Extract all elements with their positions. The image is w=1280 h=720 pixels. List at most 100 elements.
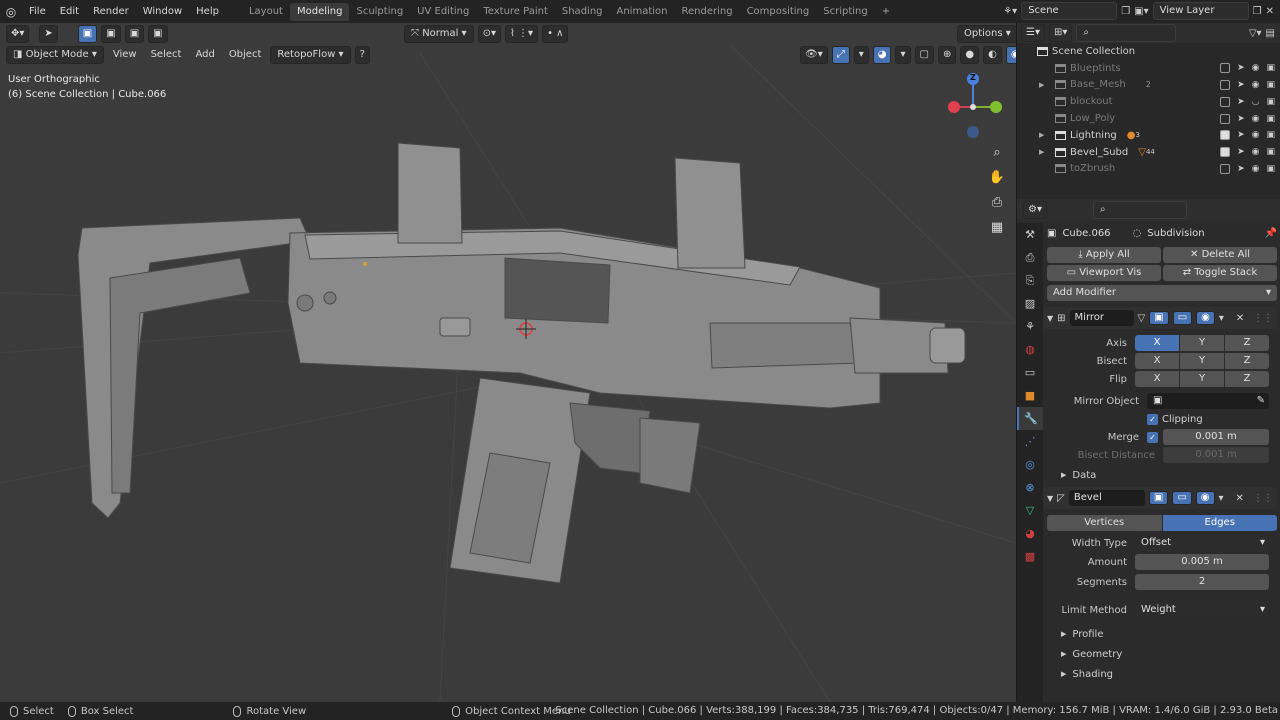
options-dropdown[interactable]: Options ▾ — [957, 25, 1016, 43]
camera-icon[interactable]: ⎙ — [986, 191, 1008, 213]
edit-mode-icon[interactable]: ▣ — [1148, 491, 1169, 505]
eye-icon[interactable]: ◉ — [1252, 130, 1260, 140]
tab-compositing[interactable]: Compositing — [740, 3, 817, 21]
new-collection-icon[interactable]: ▤ — [1266, 28, 1275, 39]
outliner-editor-icon[interactable]: ☰▾ — [1021, 24, 1045, 42]
3d-viewport[interactable]: Z ✥▾ ➤ ▣ ▣ ▣ ▣ ⤧ Normal ▾ ⊙▾ ⌇ ⋮▾ • ∧ Op… — [0, 23, 1016, 702]
eye-icon[interactable]: ◉ — [1252, 164, 1260, 174]
outliner-item[interactable]: Blueptints ➤ ◉ ▣ — [1017, 60, 1280, 77]
select-arrow-icon[interactable]: ➤ — [1237, 63, 1245, 73]
retopoflow-menu[interactable]: RetopoFlow ▾ — [270, 46, 351, 64]
exclude-checkbox[interactable] — [1220, 113, 1231, 124]
shading-subpanel[interactable]: ▶ Shading — [1047, 664, 1277, 684]
menu-object[interactable]: Object — [224, 46, 267, 64]
render-icon[interactable]: ◉ — [1196, 311, 1215, 325]
select-arrow-icon[interactable]: ➤ — [1237, 97, 1245, 107]
copy-view-layer-icon[interactable]: ❐ — [1253, 6, 1262, 17]
select-arrow-icon[interactable]: ➤ — [1237, 130, 1245, 140]
outliner-item[interactable]: Low_Poly ➤ ◉ ▣ — [1017, 110, 1280, 127]
axis-x-toggle[interactable]: X — [1135, 335, 1179, 351]
modifier-tab-icon[interactable]: 🔧 — [1017, 407, 1043, 430]
camera-render-icon[interactable]: ▣ — [1266, 80, 1275, 90]
shading-wireframe-icon[interactable]: ⊕ — [937, 46, 957, 64]
close-view-layer-icon[interactable]: ✕ — [1266, 6, 1274, 17]
tab-shading[interactable]: Shading — [555, 3, 610, 21]
render-icon[interactable]: ◉ — [1195, 491, 1215, 505]
display-mode-icon[interactable]: ⊞▾ — [1048, 24, 1073, 42]
overlay-toggle-icon[interactable]: ◕ — [872, 46, 892, 64]
eye-icon[interactable]: ◉ — [1252, 63, 1260, 73]
menu-render[interactable]: Render — [86, 0, 136, 23]
tab-modeling[interactable]: Modeling — [289, 2, 350, 21]
menu-help[interactable]: Help — [189, 0, 226, 23]
bisect-x-toggle[interactable]: X — [1135, 353, 1179, 369]
visibility-icon[interactable]: 👁▾ — [800, 46, 828, 64]
realtime-icon[interactable]: ▭ — [1172, 491, 1192, 505]
overlay-dropdown-icon[interactable]: ▾ — [895, 46, 911, 64]
shading-rendered-icon[interactable]: ◉ — [1005, 46, 1016, 64]
pan-hand-icon[interactable]: ✋ — [986, 166, 1008, 188]
collapse-arrow-icon[interactable]: ▼ — [1047, 314, 1053, 323]
blender-logo-icon[interactable]: ◎ — [0, 5, 22, 19]
properties-editor-icon[interactable]: ⚙▾ — [1023, 201, 1047, 219]
shading-solid-icon[interactable]: ● — [960, 46, 980, 64]
bisect-distance-field[interactable]: 0.001 m — [1163, 447, 1269, 463]
camera-render-icon[interactable]: ▣ — [1266, 130, 1275, 140]
tab-texture-paint[interactable]: Texture Paint — [476, 3, 555, 21]
camera-render-icon[interactable]: ▣ — [1266, 147, 1275, 157]
exclude-checkbox[interactable] — [1220, 96, 1231, 107]
tab-sculpting[interactable]: Sculpting — [349, 3, 410, 21]
shading-material-icon[interactable]: ◐ — [983, 46, 1002, 64]
remove-modifier-icon[interactable]: ✕ — [1236, 313, 1244, 324]
drag-handle-icon[interactable]: ⋮⋮ — [1253, 313, 1273, 324]
mirror-name-field[interactable]: Mirror — [1069, 310, 1134, 326]
menu-file[interactable]: File — [22, 0, 53, 23]
edges-toggle[interactable]: Edges — [1162, 515, 1277, 531]
exclude-checkbox[interactable] — [1220, 63, 1231, 74]
world-tab-icon[interactable]: ◍ — [1017, 338, 1043, 361]
help-icon[interactable]: ? — [354, 46, 370, 64]
proportional-edit-icon[interactable]: • ∧ — [542, 25, 569, 43]
data-subpanel[interactable]: ▶ Data — [1047, 465, 1277, 485]
properties-search-input[interactable]: ⌕ — [1092, 201, 1187, 219]
object-mode-dropdown[interactable]: ◨ Object Mode ▾ — [6, 46, 104, 64]
exclude-checkbox[interactable] — [1220, 130, 1231, 141]
select-arrow-icon[interactable]: ➤ — [1237, 114, 1245, 124]
constraints-tab-icon[interactable]: ⊗ — [1017, 476, 1043, 499]
remove-modifier-icon[interactable]: ✕ — [1236, 493, 1244, 504]
modifier-menu-icon[interactable]: ▾ — [1219, 313, 1224, 324]
edit-mode-icon[interactable]: ▣ — [1149, 311, 1169, 325]
drag-handle-icon[interactable]: ⋮⋮ — [1253, 493, 1273, 504]
outliner-item[interactable]: ▶ Lightning ● 3 ➤ ◉ ▣ — [1017, 127, 1280, 144]
tool-tab-icon[interactable]: ⚒ — [1017, 223, 1043, 246]
grid-icon[interactable]: ▦ — [986, 216, 1008, 238]
bisect-y-toggle[interactable]: Y — [1180, 353, 1224, 369]
menu-view[interactable]: View — [108, 46, 142, 64]
tab-rendering[interactable]: Rendering — [674, 3, 739, 21]
copy-scene-icon[interactable]: ❐ — [1121, 6, 1130, 17]
limit-method-dropdown[interactable]: Weight ▾ — [1135, 602, 1269, 618]
width-type-dropdown[interactable]: Offset ▾ — [1135, 535, 1269, 551]
scene-icon[interactable]: ⚘▾ — [1003, 6, 1017, 17]
tab-layout[interactable]: Layout — [242, 3, 290, 21]
bevel-name-field[interactable]: Bevel — [1068, 490, 1145, 506]
camera-render-icon[interactable]: ▣ — [1266, 97, 1275, 107]
exclude-checkbox[interactable] — [1220, 163, 1231, 174]
tab-uv-editing[interactable]: UV Editing — [410, 3, 476, 21]
select-arrow-icon[interactable]: ➤ — [1237, 164, 1245, 174]
menu-select[interactable]: Select — [146, 46, 187, 64]
camera-render-icon[interactable]: ▣ — [1266, 63, 1275, 73]
particles-tab-icon[interactable]: ⋰ — [1017, 430, 1043, 453]
exclude-checkbox[interactable] — [1220, 147, 1231, 158]
filter-icon[interactable]: ▽▾ — [1249, 28, 1262, 39]
select-mode-new-icon[interactable]: ▣ — [77, 25, 98, 43]
render-tab-icon[interactable]: ⎙ — [1017, 246, 1043, 269]
menu-edit[interactable]: Edit — [53, 0, 86, 23]
snap-icon[interactable]: ⌇ ⋮▾ — [504, 25, 539, 43]
segments-field[interactable]: 2 — [1135, 574, 1269, 590]
scene-tab-icon[interactable]: ⚘ — [1017, 315, 1043, 338]
outliner-item[interactable]: blockout ➤ ◡ ▣ — [1017, 93, 1280, 110]
material-tab-icon[interactable]: ◕ — [1017, 522, 1043, 545]
gizmo-dropdown-icon[interactable]: ▾ — [853, 46, 869, 64]
texture-tab-icon[interactable]: ▩ — [1017, 545, 1043, 568]
